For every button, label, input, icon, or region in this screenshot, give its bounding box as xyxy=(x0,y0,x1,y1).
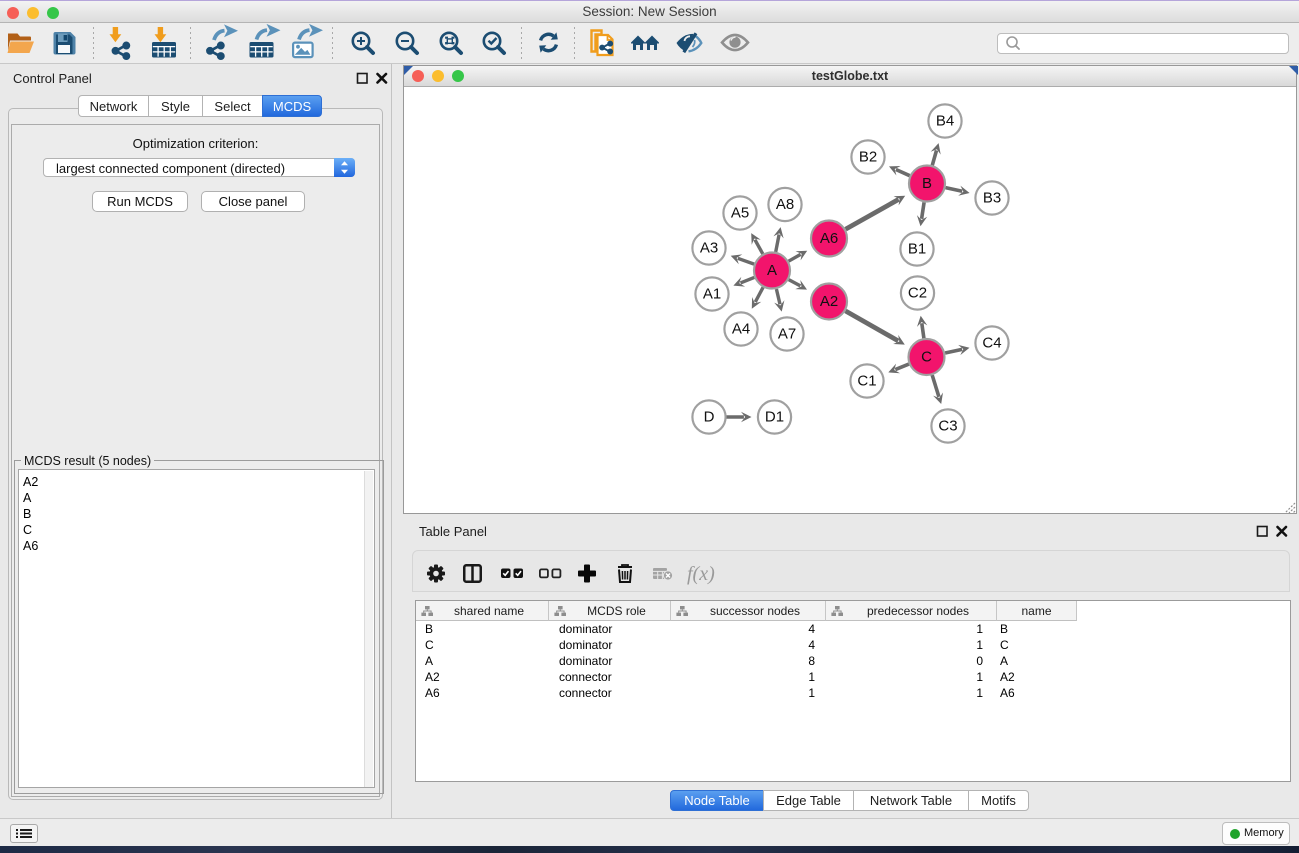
svg-text:C4: C4 xyxy=(982,335,1001,352)
svg-text:D: D xyxy=(704,409,715,426)
svg-text:B3: B3 xyxy=(983,190,1001,207)
svg-text:A2: A2 xyxy=(820,293,838,310)
svg-text:A4: A4 xyxy=(732,321,750,338)
svg-text:B: B xyxy=(922,175,932,192)
svg-text:A6: A6 xyxy=(820,230,838,247)
svg-text:B4: B4 xyxy=(936,113,954,130)
svg-text:C2: C2 xyxy=(908,285,927,302)
svg-text:A5: A5 xyxy=(731,205,749,222)
svg-text:C: C xyxy=(921,349,932,366)
svg-text:A3: A3 xyxy=(700,240,718,257)
svg-text:A8: A8 xyxy=(776,196,794,213)
svg-text:D1: D1 xyxy=(765,409,784,426)
svg-text:C3: C3 xyxy=(938,418,957,435)
svg-text:C1: C1 xyxy=(857,373,876,390)
svg-text:A1: A1 xyxy=(703,286,721,303)
svg-text:f(x): f(x) xyxy=(687,563,715,585)
svg-text:B2: B2 xyxy=(859,149,877,166)
svg-text:B1: B1 xyxy=(908,241,926,258)
svg-text:A: A xyxy=(767,262,777,279)
svg-text:A7: A7 xyxy=(778,326,796,343)
